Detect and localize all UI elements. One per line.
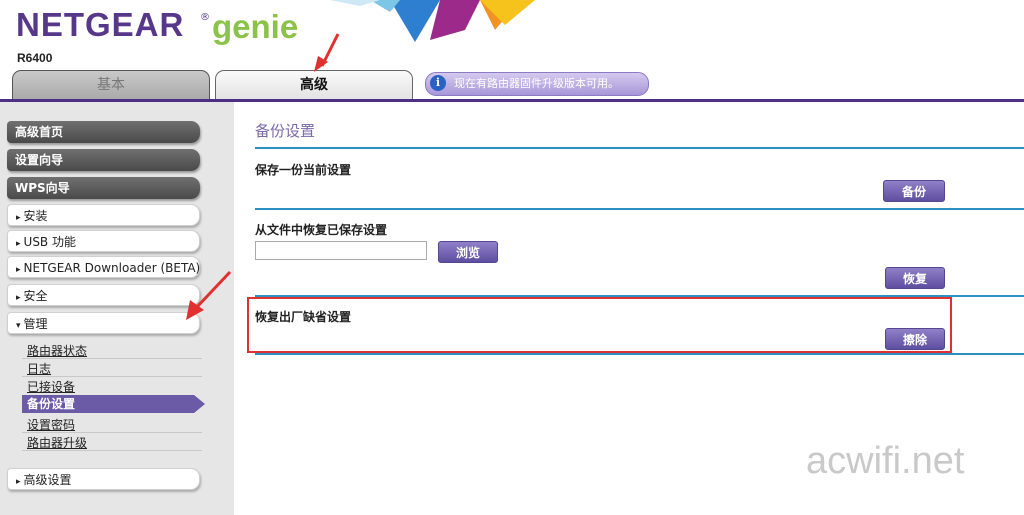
restore-file-input[interactable] xyxy=(255,241,427,260)
sidebar-item-downloader[interactable]: ▸ NETGEAR Downloader (BETA) xyxy=(7,256,200,278)
expand-arrow-icon: ▸ xyxy=(16,239,21,249)
sidebar-item-label: NETGEAR Downloader (BETA) xyxy=(23,261,201,275)
backup-button[interactable]: 备份 xyxy=(883,180,945,202)
expand-arrow-icon: ▸ xyxy=(16,477,21,487)
sidebar-item-label: 安装 xyxy=(23,209,48,223)
submenu-logs[interactable]: 日志 xyxy=(27,360,51,377)
submenu-router-update[interactable]: 路由器升级 xyxy=(27,434,87,451)
firmware-update-notice[interactable]: i 现在有路由器固件升级版本可用。 xyxy=(425,72,649,96)
section-divider xyxy=(255,147,1024,149)
sidebar-wps-wizard[interactable]: WPS向导 xyxy=(7,177,200,199)
sidebar-item-label: 安全 xyxy=(23,289,48,303)
tab-basic[interactable]: 基本 xyxy=(12,70,210,100)
sidebar-item-usb[interactable]: ▸ USB 功能 xyxy=(7,230,200,252)
sidebar-item-label: 管理 xyxy=(23,317,48,331)
highlight-box xyxy=(247,297,952,353)
annotation-arrow-icon xyxy=(186,270,232,320)
sidebar-item-label: 高级设置 xyxy=(23,473,72,487)
watermark: acwifi.net xyxy=(806,440,965,482)
collapse-arrow-icon: ▾ xyxy=(16,321,21,331)
restore-label: 从文件中恢复已保存设置 xyxy=(255,223,388,237)
info-icon: i xyxy=(430,75,446,91)
submenu-set-password[interactable]: 设置密码 xyxy=(27,416,75,433)
submenu-router-status[interactable]: 路由器状态 xyxy=(27,342,87,359)
page-title: 备份设置 xyxy=(255,122,316,140)
submenu-divider xyxy=(22,432,202,433)
model-name: R6400 xyxy=(17,51,53,65)
expand-arrow-icon: ▸ xyxy=(16,213,21,223)
expand-arrow-icon: ▸ xyxy=(16,293,21,303)
submenu-divider xyxy=(22,358,202,359)
browse-button[interactable]: 浏览 xyxy=(438,241,498,263)
sidebar-setup-wizard[interactable]: 设置向导 xyxy=(7,149,200,171)
genie-logo: genie xyxy=(212,8,299,45)
backup-label: 保存一份当前设置 xyxy=(255,163,352,177)
sidebar-item-label: USB 功能 xyxy=(23,235,76,249)
sidebar-item-management[interactable]: ▾ 管理 xyxy=(7,312,200,334)
submenu-divider xyxy=(22,450,202,451)
submenu-divider xyxy=(22,376,202,377)
sidebar-item-setup[interactable]: ▸ 安装 xyxy=(7,204,200,226)
sidebar-item-security[interactable]: ▸ 安全 xyxy=(7,284,200,306)
submenu-backup-settings[interactable]: 备份设置 xyxy=(22,395,205,413)
sidebar-advanced-home[interactable]: 高级首页 xyxy=(7,121,200,143)
firmware-notice-text: 现在有路由器固件升级版本可用。 xyxy=(454,77,619,90)
decorative-banner xyxy=(330,0,535,42)
restore-button[interactable]: 恢复 xyxy=(885,267,945,289)
sidebar-item-advanced-setup[interactable]: ▸ 高级设置 xyxy=(7,468,200,490)
registered-mark: ® xyxy=(200,12,210,23)
annotation-arrow-icon xyxy=(314,33,340,72)
netgear-logo: NETGEAR xyxy=(16,6,185,43)
submenu-attached-devices[interactable]: 已接设备 xyxy=(27,378,75,395)
expand-arrow-icon: ▸ xyxy=(16,265,21,275)
section-divider xyxy=(255,208,1024,210)
section-divider xyxy=(255,353,1024,355)
